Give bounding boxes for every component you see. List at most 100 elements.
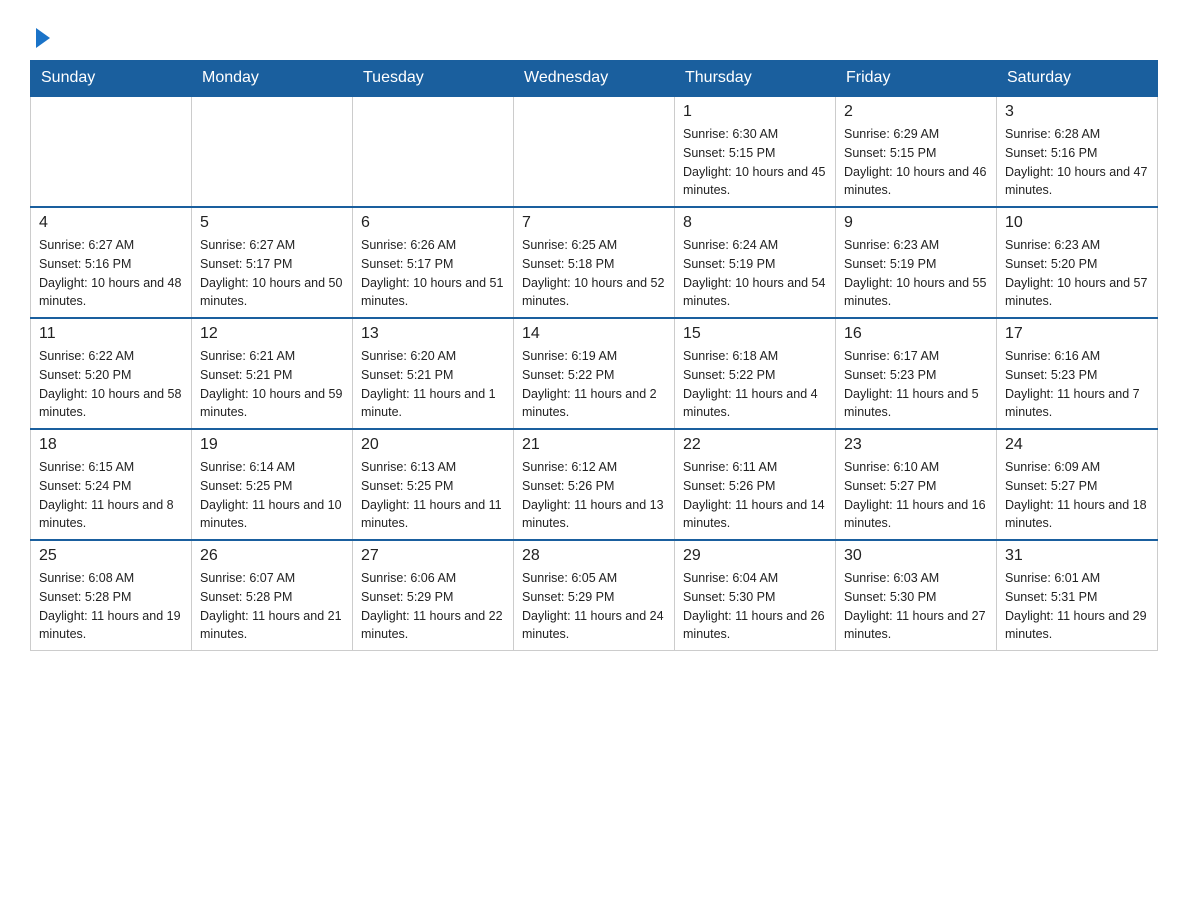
calendar-header-thursday: Thursday [675,61,836,97]
calendar-cell: 12 Sunrise: 6:21 AMSunset: 5:21 PMDayligh… [192,318,353,429]
day-info: Sunrise: 6:23 AMSunset: 5:19 PMDaylight:… [844,236,988,311]
day-number: 1 [683,103,827,121]
calendar-cell: 24 Sunrise: 6:09 AMSunset: 5:27 PMDayligh… [997,429,1158,540]
day-number: 2 [844,103,988,121]
calendar-cell: 16 Sunrise: 6:17 AMSunset: 5:23 PMDayligh… [836,318,997,429]
day-number: 10 [1005,214,1149,232]
calendar-header-saturday: Saturday [997,61,1158,97]
calendar-cell: 20 Sunrise: 6:13 AMSunset: 5:25 PMDayligh… [353,429,514,540]
calendar-cell: 23 Sunrise: 6:10 AMSunset: 5:27 PMDayligh… [836,429,997,540]
day-info: Sunrise: 6:13 AMSunset: 5:25 PMDaylight:… [361,458,505,533]
calendar-week-row: 25 Sunrise: 6:08 AMSunset: 5:28 PMDayligh… [31,540,1158,651]
calendar-cell: 14 Sunrise: 6:19 AMSunset: 5:22 PMDayligh… [514,318,675,429]
day-number: 4 [39,214,183,232]
day-info: Sunrise: 6:07 AMSunset: 5:28 PMDaylight:… [200,569,344,644]
day-number: 16 [844,325,988,343]
calendar-cell: 29Sunrise: 6:04 AMSunset: 5:30 PMDayligh… [675,540,836,651]
day-number: 15 [683,325,827,343]
calendar-cell: 28 Sunrise: 6:05 AMSunset: 5:29 PMDayligh… [514,540,675,651]
day-info: Sunrise: 6:26 AMSunset: 5:17 PMDaylight:… [361,236,505,311]
calendar-cell: 6Sunrise: 6:26 AMSunset: 5:17 PMDaylight… [353,207,514,318]
calendar-header-tuesday: Tuesday [353,61,514,97]
day-number: 27 [361,547,505,565]
calendar-cell [514,96,675,207]
calendar-week-row: 4Sunrise: 6:27 AMSunset: 5:16 PMDaylight… [31,207,1158,318]
calendar-table: SundayMondayTuesdayWednesdayThursdayFrid… [30,60,1158,651]
day-info: Sunrise: 6:20 AMSunset: 5:21 PMDaylight:… [361,347,505,422]
calendar-cell: 10 Sunrise: 6:23 AMSunset: 5:20 PMDayligh… [997,207,1158,318]
day-number: 28 [522,547,666,565]
day-number: 29 [683,547,827,565]
day-info: Sunrise: 6:22 AMSunset: 5:20 PMDaylight:… [39,347,183,422]
day-number: 3 [1005,103,1149,121]
day-number: 26 [200,547,344,565]
day-number: 9 [844,214,988,232]
day-number: 7 [522,214,666,232]
day-info: Sunrise: 6:30 AMSunset: 5:15 PMDaylight:… [683,125,827,200]
calendar-cell: 11 Sunrise: 6:22 AMSunset: 5:20 PMDayligh… [31,318,192,429]
day-info: Sunrise: 6:10 AMSunset: 5:27 PMDaylight:… [844,458,988,533]
day-info: Sunrise: 6:11 AMSunset: 5:26 PMDaylight:… [683,458,827,533]
day-number: 25 [39,547,183,565]
day-number: 31 [1005,547,1149,565]
day-number: 21 [522,436,666,454]
day-info: Sunrise: 6:28 AMSunset: 5:16 PMDaylight:… [1005,125,1149,200]
logo-triangle-icon [36,28,50,48]
calendar-header-row: SundayMondayTuesdayWednesdayThursdayFrid… [31,61,1158,97]
calendar-cell: 5 Sunrise: 6:27 AMSunset: 5:17 PMDaylight… [192,207,353,318]
calendar-cell: 4Sunrise: 6:27 AMSunset: 5:16 PMDaylight… [31,207,192,318]
calendar-cell: 18Sunrise: 6:15 AMSunset: 5:24 PMDayligh… [31,429,192,540]
day-number: 22 [683,436,827,454]
calendar-cell: 8 Sunrise: 6:24 AMSunset: 5:19 PMDaylight… [675,207,836,318]
day-info: Sunrise: 6:18 AMSunset: 5:22 PMDaylight:… [683,347,827,422]
calendar-week-row: 1 Sunrise: 6:30 AMSunset: 5:15 PMDaylight… [31,96,1158,207]
day-number: 24 [1005,436,1149,454]
day-info: Sunrise: 6:06 AMSunset: 5:29 PMDaylight:… [361,569,505,644]
calendar-cell [353,96,514,207]
day-info: Sunrise: 6:17 AMSunset: 5:23 PMDaylight:… [844,347,988,422]
day-info: Sunrise: 6:29 AMSunset: 5:15 PMDaylight:… [844,125,988,200]
day-info: Sunrise: 6:27 AMSunset: 5:17 PMDaylight:… [200,236,344,311]
calendar-cell: 2 Sunrise: 6:29 AMSunset: 5:15 PMDaylight… [836,96,997,207]
day-number: 19 [200,436,344,454]
page-header [30,20,1158,50]
calendar-cell: 15 Sunrise: 6:18 AMSunset: 5:22 PMDayligh… [675,318,836,429]
day-number: 5 [200,214,344,232]
logo [30,20,50,50]
calendar-cell: 17Sunrise: 6:16 AMSunset: 5:23 PMDayligh… [997,318,1158,429]
calendar-cell: 27 Sunrise: 6:06 AMSunset: 5:29 PMDayligh… [353,540,514,651]
calendar-cell: 1 Sunrise: 6:30 AMSunset: 5:15 PMDaylight… [675,96,836,207]
logo-blue-row [30,28,50,50]
day-info: Sunrise: 6:03 AMSunset: 5:30 PMDaylight:… [844,569,988,644]
calendar-cell: 9 Sunrise: 6:23 AMSunset: 5:19 PMDaylight… [836,207,997,318]
calendar-cell [192,96,353,207]
day-info: Sunrise: 6:23 AMSunset: 5:20 PMDaylight:… [1005,236,1149,311]
day-number: 8 [683,214,827,232]
calendar-header-wednesday: Wednesday [514,61,675,97]
day-info: Sunrise: 6:25 AMSunset: 5:18 PMDaylight:… [522,236,666,311]
calendar-week-row: 11 Sunrise: 6:22 AMSunset: 5:20 PMDayligh… [31,318,1158,429]
day-number: 14 [522,325,666,343]
calendar-header-monday: Monday [192,61,353,97]
calendar-cell [31,96,192,207]
day-info: Sunrise: 6:08 AMSunset: 5:28 PMDaylight:… [39,569,183,644]
calendar-cell: 31Sunrise: 6:01 AMSunset: 5:31 PMDayligh… [997,540,1158,651]
day-info: Sunrise: 6:16 AMSunset: 5:23 PMDaylight:… [1005,347,1149,422]
calendar-week-row: 18Sunrise: 6:15 AMSunset: 5:24 PMDayligh… [31,429,1158,540]
calendar-cell: 25 Sunrise: 6:08 AMSunset: 5:28 PMDayligh… [31,540,192,651]
calendar-cell: 26 Sunrise: 6:07 AMSunset: 5:28 PMDayligh… [192,540,353,651]
calendar-header-friday: Friday [836,61,997,97]
calendar-cell: 3 Sunrise: 6:28 AMSunset: 5:16 PMDaylight… [997,96,1158,207]
day-info: Sunrise: 6:24 AMSunset: 5:19 PMDaylight:… [683,236,827,311]
day-number: 12 [200,325,344,343]
day-number: 13 [361,325,505,343]
day-number: 11 [39,325,183,343]
day-number: 20 [361,436,505,454]
day-info: Sunrise: 6:14 AMSunset: 5:25 PMDaylight:… [200,458,344,533]
day-number: 23 [844,436,988,454]
day-info: Sunrise: 6:09 AMSunset: 5:27 PMDaylight:… [1005,458,1149,533]
day-info: Sunrise: 6:05 AMSunset: 5:29 PMDaylight:… [522,569,666,644]
calendar-cell: 22 Sunrise: 6:11 AMSunset: 5:26 PMDayligh… [675,429,836,540]
day-info: Sunrise: 6:19 AMSunset: 5:22 PMDaylight:… [522,347,666,422]
day-info: Sunrise: 6:21 AMSunset: 5:21 PMDaylight:… [200,347,344,422]
